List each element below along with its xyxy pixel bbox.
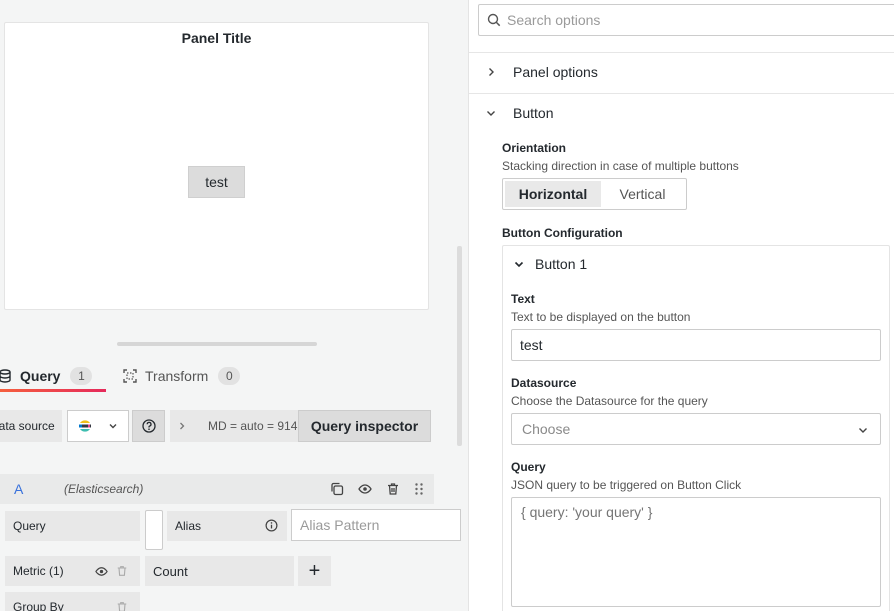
datasource-field-description: Choose the Datasource for the query: [511, 394, 708, 408]
tab-transform-label: Transform: [145, 368, 209, 384]
help-circle-icon: [141, 419, 156, 433]
eye-icon[interactable]: [95, 565, 108, 578]
search-icon: [487, 13, 501, 27]
text-field-description: Text to be displayed on the button: [511, 310, 691, 324]
button-text-input[interactable]: test: [511, 329, 881, 361]
section-panel-options-label: Panel options: [513, 64, 598, 80]
query-editor: Data source MD = auto = 914 Query inspec…: [0, 394, 461, 611]
datasource-select[interactable]: Choose: [511, 413, 881, 445]
chevron-right-icon: [489, 68, 494, 76]
query-row-header[interactable]: A (Elasticsearch): [0, 474, 434, 504]
query-options-summary: MD = auto = 914: [208, 419, 298, 433]
metric-label[interactable]: Metric (1): [5, 556, 140, 586]
button-query-textarea[interactable]: [511, 497, 881, 607]
vertical-splitter-handle[interactable]: [457, 246, 462, 446]
group-by-label-text: Group By: [13, 600, 64, 611]
orientation-option-vertical[interactable]: Vertical: [601, 181, 684, 207]
chevron-down-icon: [859, 428, 867, 433]
datasource-label: Data source: [0, 410, 62, 442]
eye-icon[interactable]: [358, 482, 372, 496]
query-options-toggle[interactable]: MD = auto = 914: [170, 410, 298, 442]
query-inspector-button[interactable]: Query inspector: [298, 410, 431, 442]
orientation-label: Orientation: [502, 141, 567, 155]
button-configuration-label: Button Configuration: [502, 226, 623, 240]
search-options[interactable]: [478, 4, 894, 36]
trash-icon[interactable]: [116, 601, 128, 611]
duplicate-query-icon[interactable]: [330, 482, 344, 496]
tab-query[interactable]: Query 1: [0, 360, 93, 392]
lucene-query-input[interactable]: [145, 510, 163, 550]
button-1-header[interactable]: Button 1: [502, 244, 890, 284]
trash-icon[interactable]: [386, 482, 400, 496]
metric-type-select[interactable]: Count: [145, 556, 294, 586]
options-pane: Panel options Button Orientation Stackin…: [468, 0, 894, 611]
panel-editor: Panel Title test Query 1 Transform 0 Dat…: [0, 0, 894, 611]
datasource-help-button[interactable]: [132, 410, 165, 442]
chevron-right-icon: [180, 422, 185, 430]
chevron-down-icon: [514, 261, 524, 268]
database-icon: [0, 369, 11, 383]
alias-label: Alias: [167, 511, 287, 541]
datasource-select-placeholder: Choose: [522, 421, 571, 437]
query-datasource-name: (Elasticsearch): [64, 482, 144, 496]
tab-transform[interactable]: Transform 0: [123, 360, 241, 392]
orientation-option-horizontal[interactable]: Horizontal: [505, 181, 601, 207]
search-options-input[interactable]: [507, 12, 867, 28]
metric-label-text: Metric (1): [13, 564, 64, 578]
tab-query-label: Query: [20, 368, 61, 384]
query-field-label: Query: [5, 511, 140, 541]
trash-icon[interactable]: [116, 565, 128, 577]
chevron-down-icon: [487, 111, 495, 116]
panel-preview[interactable]: Panel Title test: [4, 22, 429, 310]
query-ref-id[interactable]: A: [14, 481, 23, 497]
section-panel-options[interactable]: Panel options: [469, 52, 894, 92]
query-field-description: JSON query to be triggered on Button Cli…: [511, 478, 742, 492]
orientation-description: Stacking direction in case of multiple b…: [502, 159, 739, 173]
add-metric-button[interactable]: +: [298, 556, 331, 586]
section-button-label: Button: [513, 105, 554, 121]
info-icon[interactable]: [265, 519, 278, 532]
drag-handle-icon[interactable]: [412, 482, 426, 496]
panel-title[interactable]: Panel Title: [5, 30, 428, 46]
query-field-label: Query: [511, 460, 546, 474]
tab-transform-count: 0: [218, 367, 241, 385]
alias-input[interactable]: Alias Pattern: [291, 509, 461, 541]
transform-icon: [123, 369, 137, 383]
active-tab-indicator: [0, 389, 106, 392]
datasource-field-label: Datasource: [511, 376, 577, 390]
panel-editor-main: Panel Title test Query 1 Transform 0 Dat…: [0, 0, 468, 611]
panel-test-button[interactable]: test: [188, 166, 245, 198]
tab-query-count: 1: [70, 367, 93, 385]
section-button[interactable]: Button: [469, 93, 894, 133]
alias-label-text: Alias: [175, 519, 202, 533]
orientation-radio-group: Horizontal Vertical: [502, 178, 687, 210]
elasticsearch-logo-icon: [79, 420, 91, 432]
text-field-label: Text: [511, 292, 535, 306]
group-by-label: Group By: [5, 592, 140, 611]
button-1-title: Button 1: [535, 256, 588, 272]
alias-placeholder: Alias Pattern: [300, 517, 380, 533]
datasource-picker[interactable]: [67, 410, 129, 442]
horizontal-splitter-handle[interactable]: [117, 342, 317, 346]
chevron-down-icon: [109, 424, 117, 429]
